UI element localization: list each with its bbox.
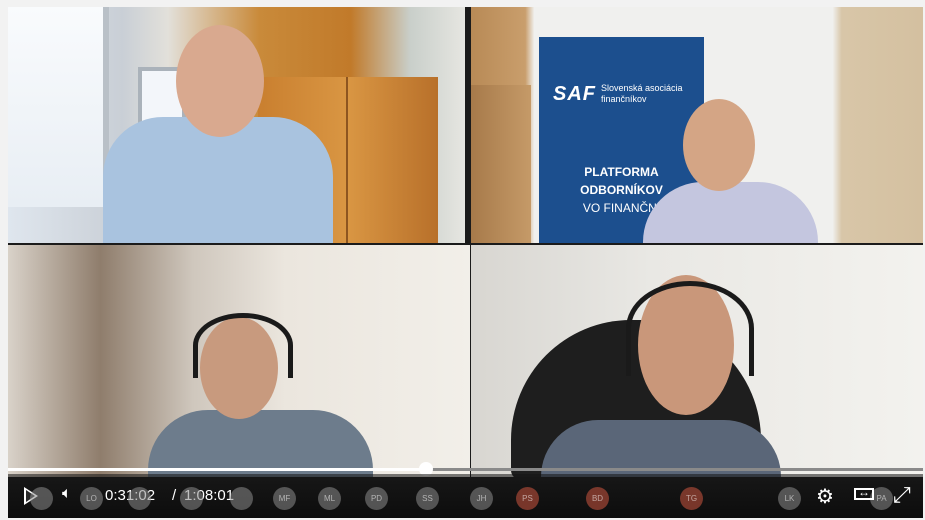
participant-avatar: PD: [365, 487, 388, 510]
participant-avatar: MF: [273, 487, 296, 510]
headset: [626, 281, 754, 376]
headset: [193, 313, 293, 378]
participant-avatar: SS: [416, 487, 439, 510]
banner-line-1: PLATFORMA: [584, 165, 659, 179]
participant-avatar: BD: [586, 487, 609, 510]
fit-width-icon[interactable]: [854, 485, 874, 500]
progress-bar[interactable]: [8, 462, 923, 476]
gear-icon[interactable]: ⚙: [816, 484, 834, 509]
door: [471, 85, 531, 243]
participant-head: [683, 99, 755, 191]
video-tile-3: [8, 245, 470, 477]
participant-avatar: JH: [470, 487, 493, 510]
time-separator: /: [172, 487, 177, 504]
participant-avatar: [230, 487, 253, 510]
participant-avatar: TG: [680, 487, 703, 510]
video-tile-1: [8, 7, 465, 243]
participant-body: [148, 410, 373, 477]
office-window: [8, 7, 109, 207]
fullscreen-icon[interactable]: ⤢: [893, 482, 911, 508]
participant-avatar: [180, 487, 203, 510]
banner-association: Slovenská asociácia finančníkov: [601, 83, 683, 104]
video-tile-4: [471, 245, 923, 477]
participant-avatar: [30, 487, 53, 510]
video-stage[interactable]: SAF Slovenská asociácia finančníkov PLAT…: [8, 7, 923, 518]
video-tile-2: SAF Slovenská asociácia finančníkov PLAT…: [471, 7, 923, 243]
saf-logo: SAF: [553, 83, 596, 105]
progress-fill: [8, 468, 426, 471]
participant-head: [176, 25, 264, 137]
participant-body: [643, 182, 818, 243]
player-controls: 🔈︎ 0:31:02 / 1:08:01 LOMFMLPDSSJHPSBDTGL…: [8, 474, 923, 518]
participant-avatar: PS: [516, 487, 539, 510]
participant-avatar: LO: [80, 487, 103, 510]
volume-icon[interactable]: 🔈︎: [62, 485, 72, 503]
participant-avatar: [128, 487, 151, 510]
participant-avatar: LK: [778, 487, 801, 510]
participant-avatar: ML: [318, 487, 341, 510]
